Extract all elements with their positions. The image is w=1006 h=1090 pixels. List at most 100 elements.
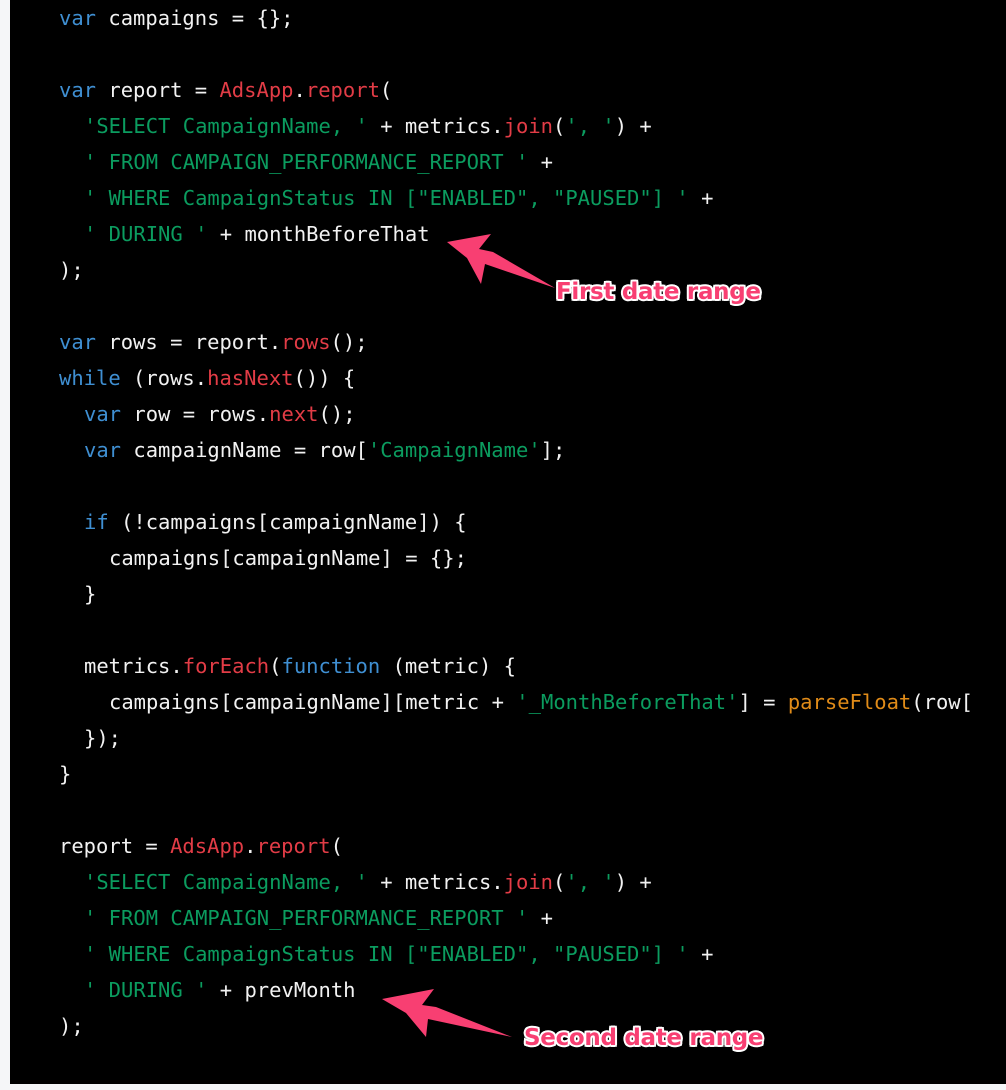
code-token: var <box>59 78 97 102</box>
code-line: ' FROM CAMPAIGN_PERFORMANCE_REPORT ' + <box>10 900 973 936</box>
code-token: join <box>503 870 554 894</box>
code-token: var <box>59 330 97 354</box>
code-token: + metrics. <box>367 870 504 894</box>
code-line: var campaignName = row['CampaignName']; <box>10 432 973 468</box>
code-token: 'SELECT CampaignName, ' <box>84 114 368 138</box>
code-token: ' WHERE CampaignStatus IN ["ENABLED", "P… <box>84 942 689 966</box>
code-token: }); <box>84 726 122 750</box>
code-token: ( <box>553 870 566 894</box>
code-line: if (!campaigns[campaignName]) { <box>10 504 973 540</box>
code-token: campaigns[campaignName] = {}; <box>109 546 467 570</box>
code-token: report = <box>59 834 171 858</box>
code-token: 'SELECT CampaignName, ' <box>84 870 368 894</box>
code-line: metrics.forEach(function (metric) { <box>10 648 973 684</box>
code-token: report <box>256 834 331 858</box>
code-token: + <box>688 186 714 210</box>
code-token: metrics. <box>84 654 183 678</box>
code-token: hasNext <box>207 366 294 390</box>
code-token: + metrics. <box>367 114 504 138</box>
code-token: ( <box>269 654 282 678</box>
code-token: join <box>503 114 554 138</box>
code-line: ' FROM CAMPAIGN_PERFORMANCE_REPORT ' + <box>10 144 973 180</box>
code-token: ] = <box>738 690 788 714</box>
code-token: ', ' <box>565 114 615 138</box>
code-line: var rows = report.rows(); <box>10 324 973 360</box>
code-token: while <box>59 366 121 390</box>
code-token: ' FROM CAMPAIGN_PERFORMANCE_REPORT ' <box>84 150 529 174</box>
code-token: ', ' <box>565 870 615 894</box>
code-token: if <box>84 510 109 534</box>
code-token: (); <box>318 402 356 426</box>
code-token: ( <box>379 78 393 102</box>
code-token: '_MonthBeforeThat' <box>516 690 739 714</box>
code-token: var <box>84 402 122 426</box>
code-token: ( <box>553 114 566 138</box>
code-token: ( <box>330 834 343 858</box>
code-token: AdsApp <box>170 834 245 858</box>
code-token: ()) { <box>293 366 356 390</box>
code-line: ' DURING ' + prevMonth <box>10 972 973 1008</box>
code-token: (row[ <box>911 690 973 714</box>
code-line: campaigns[campaignName][metric + '_Month… <box>10 684 973 720</box>
code-token: (); <box>330 330 368 354</box>
code-token: report <box>305 78 380 102</box>
code-token: rows = report. <box>96 330 282 354</box>
code-token: ' DURING ' <box>84 222 208 246</box>
annotation-label-second-date-range-text: Second date range <box>522 1023 765 1053</box>
code-token: . <box>244 834 257 858</box>
code-line: } <box>10 576 973 612</box>
code-token: + <box>688 942 714 966</box>
code-token: (!campaigns[campaignName]) { <box>108 510 467 534</box>
code-editor-surface: var campaigns = {}; var report = AdsApp.… <box>10 0 1006 1084</box>
code-line: 'SELECT CampaignName, ' + metrics.join('… <box>10 108 973 144</box>
code-token: + <box>528 906 554 930</box>
code-token: ' FROM CAMPAIGN_PERFORMANCE_REPORT ' <box>84 906 529 930</box>
code-token: } <box>59 762 72 786</box>
code-token: ); <box>59 1014 84 1038</box>
code-line: ); <box>10 252 973 288</box>
code-token: + prevMonth <box>207 978 356 1002</box>
code-line: } <box>10 756 973 792</box>
code-line: campaigns[campaignName] = {}; <box>10 540 973 576</box>
annotation-label-first-date-range-text: First date range <box>554 277 763 307</box>
code-line: ' WHERE CampaignStatus IN ["ENABLED", "P… <box>10 936 973 972</box>
code-line: ' WHERE CampaignStatus IN ["ENABLED", "P… <box>10 180 973 216</box>
code-line: ' DURING ' + monthBeforeThat <box>10 216 973 252</box>
code-token: next <box>269 402 319 426</box>
code-token: ) + <box>614 870 652 894</box>
code-token: ' DURING ' <box>84 978 208 1002</box>
code-token: var <box>84 438 122 462</box>
code-token: campaigns[campaignName][metric + <box>109 690 517 714</box>
code-token: ); <box>59 258 84 282</box>
annotation-label-second-date-range: Second date range <box>522 1023 765 1053</box>
code-token: row = rows. <box>121 402 270 426</box>
code-token: AdsApp <box>219 78 294 102</box>
code-token: var <box>59 6 97 30</box>
code-line: ); <box>10 1008 973 1044</box>
code-token: } <box>84 582 97 606</box>
code-token: rows <box>281 330 331 354</box>
code-token: + monthBeforeThat <box>207 222 430 246</box>
code-token: ]; <box>540 438 566 462</box>
code-block[interactable]: var campaigns = {}; var report = AdsApp.… <box>10 0 973 1044</box>
code-token: + <box>528 150 554 174</box>
code-line: var report = AdsApp.report( <box>10 72 973 108</box>
code-token: campaigns = {}; <box>96 6 294 30</box>
code-token: campaignName = row[ <box>121 438 368 462</box>
code-token: (rows. <box>120 366 208 390</box>
code-line: var row = rows.next(); <box>10 396 973 432</box>
code-token: . <box>293 78 306 102</box>
code-token: report = <box>96 78 220 102</box>
screenshot-root: var campaigns = {}; var report = AdsApp.… <box>0 0 1006 1090</box>
code-line: 'SELECT CampaignName, ' + metrics.join('… <box>10 864 973 900</box>
code-token: (metric) { <box>380 654 517 678</box>
code-token: parseFloat <box>787 690 912 714</box>
code-line: }); <box>10 720 973 756</box>
annotation-label-first-date-range: First date range <box>554 277 763 307</box>
code-token: 'CampaignName' <box>367 438 541 462</box>
code-token: ) + <box>614 114 652 138</box>
code-line: while (rows.hasNext()) { <box>10 360 973 396</box>
